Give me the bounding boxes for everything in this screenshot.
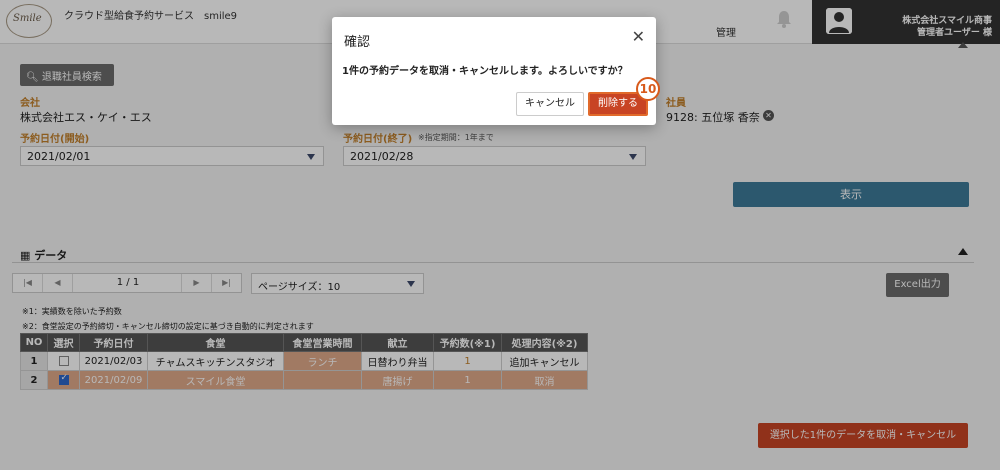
close-icon[interactable]: ✕ bbox=[632, 27, 645, 46]
step-callout-badge: 10 bbox=[636, 77, 660, 101]
dialog-message: 1件の予約データを取消・キャンセルします。よろしいですか？ bbox=[342, 66, 628, 77]
dialog-cancel-button[interactable]: キャンセル bbox=[516, 92, 584, 116]
confirm-dialog: 確認 ✕ 1件の予約データを取消・キャンセルします。よろしいですか？ キャンセル… bbox=[332, 17, 656, 125]
dialog-title: 確認 bbox=[344, 35, 371, 50]
